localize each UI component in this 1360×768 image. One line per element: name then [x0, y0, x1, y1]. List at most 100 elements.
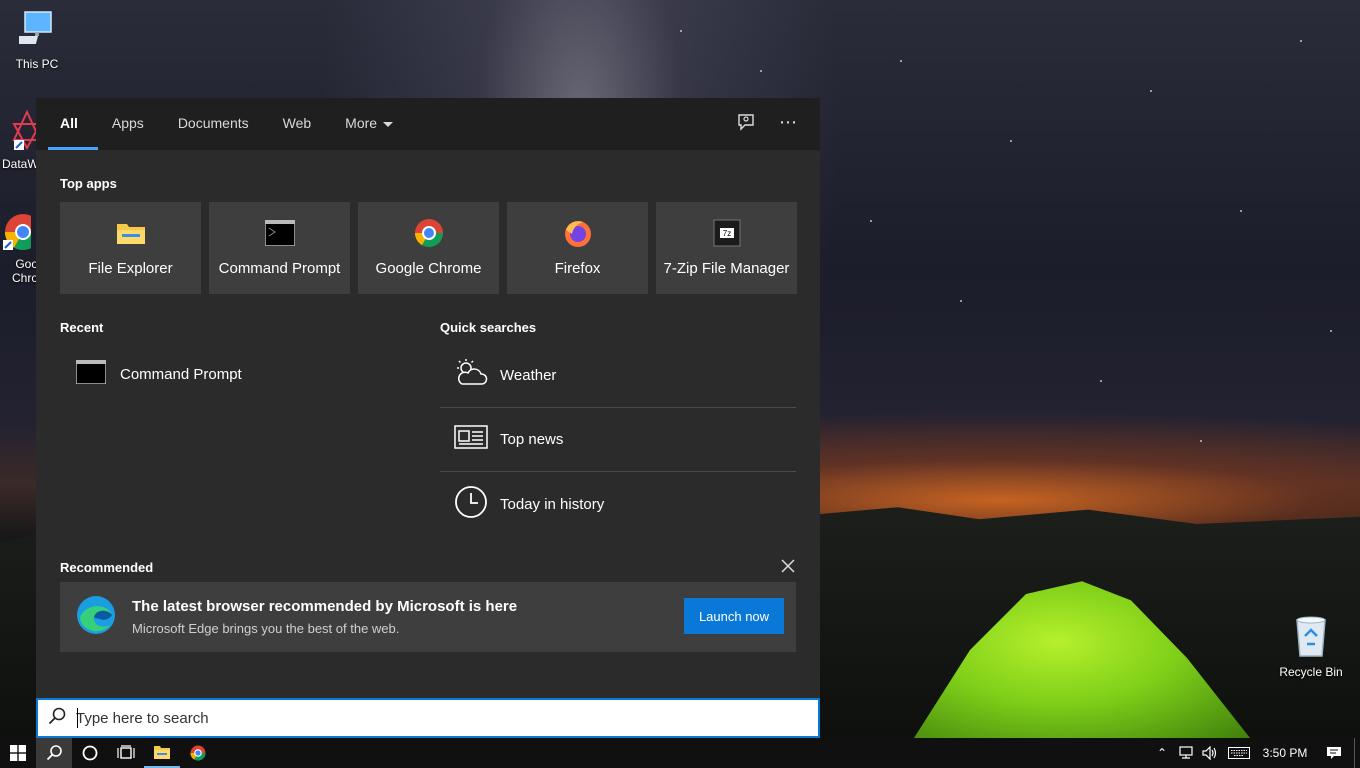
close-icon — [781, 559, 795, 573]
top-app-firefox[interactable]: Firefox — [507, 202, 648, 294]
launch-now-button[interactable]: Launch now — [684, 598, 784, 634]
keyboard-icon — [1228, 747, 1250, 759]
chrome-icon — [190, 745, 206, 761]
recent-item-label: Command Prompt — [120, 366, 242, 383]
touch-keyboard-button[interactable] — [1222, 738, 1256, 768]
top-apps-title: Top apps — [60, 176, 117, 191]
edge-icon — [76, 595, 116, 640]
cortana-button[interactable] — [72, 738, 108, 768]
star — [1100, 380, 1102, 382]
star — [680, 30, 682, 32]
recommended-title: Recommended — [60, 560, 154, 575]
news-icon — [454, 424, 488, 455]
folder-icon — [116, 218, 146, 248]
star — [1200, 440, 1202, 442]
tab-label: Web — [282, 115, 312, 131]
quick-search-label: Today in history — [500, 495, 605, 513]
recommended-headline: The latest browser recommended by Micros… — [132, 598, 518, 615]
star — [760, 70, 762, 72]
recent-title: Recent — [60, 320, 104, 335]
cmd-icon — [75, 359, 107, 389]
star — [1150, 90, 1152, 92]
clock-icon — [454, 485, 488, 524]
quick-search-label: Top news — [500, 431, 564, 448]
svg-text:7z: 7z — [722, 229, 730, 238]
search-input[interactable] — [76, 709, 776, 727]
start-button[interactable] — [0, 738, 36, 768]
network-button[interactable] — [1174, 738, 1198, 768]
top-app-label: File Explorer — [88, 260, 173, 277]
search-panel: All Apps Documents Web More ⋯ Top apps F… — [36, 98, 820, 698]
system-tray: ⌃ 3:50 PM — [1150, 738, 1360, 768]
taskbar-chrome[interactable] — [180, 738, 216, 768]
cortana-icon — [82, 745, 98, 761]
top-app-command-prompt[interactable]: Command Prompt — [209, 202, 350, 294]
quick-searches-list: Weather Top news Today in history — [440, 344, 796, 536]
star — [1300, 40, 1302, 42]
more-options-button[interactable]: ⋯ — [776, 112, 800, 136]
tab-documents[interactable]: Documents — [178, 98, 249, 150]
dismiss-recommended-button[interactable] — [780, 558, 796, 574]
firefox-icon — [563, 218, 593, 248]
tab-label: All — [60, 115, 78, 131]
weather-icon — [454, 358, 488, 393]
tab-more[interactable]: More — [345, 98, 394, 150]
search-box — [36, 698, 820, 738]
network-icon — [1179, 746, 1193, 759]
speaker-icon — [1202, 746, 1217, 760]
feedback-icon — [738, 114, 754, 131]
quick-search-today-in-history[interactable]: Today in history — [440, 472, 796, 536]
top-app-label: Command Prompt — [218, 260, 341, 277]
quick-search-label: Weather — [500, 367, 557, 384]
taskbar-search-button[interactable] — [36, 738, 72, 768]
recommended-subtext: Microsoft Edge brings you the best of th… — [132, 621, 400, 636]
7zip-icon: 7z — [712, 218, 742, 248]
recent-item-command-prompt[interactable]: Command Prompt — [75, 359, 242, 389]
folder-icon — [154, 746, 170, 759]
top-app-label: Firefox — [554, 260, 601, 277]
star — [960, 300, 962, 302]
cmd-icon — [264, 218, 295, 248]
feedback-button[interactable] — [734, 112, 758, 136]
desktop-icon-label: This PC — [15, 57, 59, 71]
top-app-label: Google Chrome — [375, 260, 482, 277]
tab-label: More — [345, 115, 378, 131]
windows-logo-icon — [10, 745, 26, 761]
taskbar-clock[interactable]: 3:50 PM — [1256, 746, 1314, 760]
tab-apps[interactable]: Apps — [112, 98, 144, 150]
star — [1240, 210, 1242, 212]
top-app-label: 7-Zip File Manager — [663, 260, 790, 277]
recommended-text: The latest browser recommended by Micros… — [132, 598, 517, 636]
quick-searches-title: Quick searches — [440, 320, 537, 335]
tab-label: Apps — [111, 115, 144, 131]
star — [1330, 330, 1332, 332]
quick-search-weather[interactable]: Weather — [440, 344, 796, 408]
top-app-google-chrome[interactable]: Google Chrome — [358, 202, 499, 294]
task-view-button[interactable] — [108, 738, 144, 768]
action-center-button[interactable] — [1314, 738, 1354, 768]
chevron-down-icon — [383, 121, 394, 127]
show-hidden-icons-button[interactable]: ⌃ — [1150, 738, 1174, 768]
search-icon — [48, 707, 66, 730]
star — [900, 60, 902, 62]
search-icon — [46, 745, 62, 761]
volume-button[interactable] — [1198, 738, 1222, 768]
desktop-icon-this-pc[interactable]: This PC — [0, 10, 74, 71]
top-app-7zip[interactable]: 7z 7-Zip File Manager — [656, 202, 797, 294]
taskbar: ⌃ 3:50 PM — [0, 738, 1360, 768]
star — [1010, 140, 1012, 142]
desktop-icon-chrome[interactable]: Goo Chro — [0, 210, 42, 285]
desktop-icon-recycle-bin[interactable]: Recycle Bin — [1274, 614, 1348, 679]
notification-icon — [1327, 747, 1341, 759]
desktop-icon-label: Goo Chro — [11, 257, 38, 285]
quick-search-top-news[interactable]: Top news — [440, 408, 796, 472]
taskbar-file-explorer[interactable] — [144, 738, 180, 768]
recommended-card: The latest browser recommended by Micros… — [60, 582, 796, 652]
search-tabs-bar: All Apps Documents Web More ⋯ — [36, 98, 820, 150]
recycle-bin-icon — [1296, 616, 1326, 657]
tab-all[interactable]: All — [48, 98, 98, 150]
tab-web[interactable]: Web — [283, 98, 312, 150]
top-app-file-explorer[interactable]: File Explorer — [60, 202, 201, 294]
ellipsis-icon: ⋯ — [779, 112, 797, 132]
show-desktop-button[interactable] — [1354, 738, 1360, 768]
